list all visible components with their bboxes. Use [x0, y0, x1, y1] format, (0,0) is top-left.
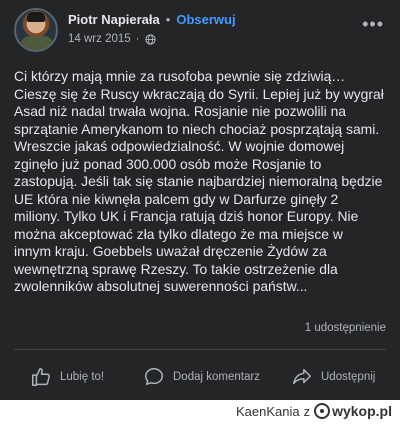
post-date[interactable]: 14 wrz 2015: [68, 33, 131, 45]
watermark-site: wykop.pl: [332, 403, 392, 419]
share-button[interactable]: Udostępnij: [291, 366, 375, 388]
post-body-line: Asad niż nadal trwała wojna. Rosjanie ni…: [14, 103, 347, 119]
post-card: Piotr Napierała • Obserwuj 14 wrz 2015 ·…: [0, 0, 400, 400]
follow-button[interactable]: Obserwuj: [176, 12, 235, 27]
like-button[interactable]: Lubię to!: [30, 366, 104, 388]
post-body-line: UE która nie kiwnęła palcem gdy w Darfur…: [14, 190, 339, 207]
author-name[interactable]: Piotr Napierała: [68, 12, 160, 27]
name-separator: •: [165, 12, 171, 27]
watermark-connector: z: [303, 403, 311, 419]
author-row: Piotr Napierała • Obserwuj: [68, 12, 236, 27]
avatar[interactable]: [14, 8, 58, 52]
post-body-line: Cieszę się że Ruscy wkraczają do Syrii. …: [14, 85, 384, 102]
post-body-line: zwolenników absolutnej suwerenności pańs…: [14, 278, 308, 294]
post-body-line: zastopują. Jeśli tak się stanie najbardz…: [14, 173, 383, 189]
more-options-icon[interactable]: •••: [362, 14, 384, 35]
comment-button[interactable]: Dodaj komentarz: [143, 366, 260, 388]
comment-label: Dodaj komentarz: [173, 371, 260, 383]
post-body-line: Wreszcie jakaś odpowiedzialność. W wojni…: [14, 138, 345, 154]
thumbs-up-icon: [32, 368, 50, 386]
divider: [14, 349, 386, 350]
avatar-coat: [20, 36, 54, 50]
post-body-line: Ci którzy mają mnie za rusofoba pewnie s…: [14, 68, 346, 84]
share-label: Udostępnij: [321, 371, 376, 383]
watermark-bar: KaenKania z wykop.pl: [0, 400, 400, 424]
post-body-line: miliony. Tylko UK i Francja ratują dziś …: [14, 208, 359, 224]
comment-icon: [145, 368, 163, 386]
post-header: Piotr Napierała • Obserwuj 14 wrz 2015 ·…: [14, 8, 386, 52]
post-body: Ci którzy mają mnie za rusofoba pewnie s…: [14, 68, 390, 296]
like-label: Lubię to!: [60, 371, 105, 383]
watermark-user: KaenKania: [235, 403, 300, 419]
wykop-logo-icon: [314, 403, 331, 419]
wykop-logo: wykop.pl: [314, 403, 392, 419]
post-body-line: innym kraju. Goebbels uważał dręczenie Ż…: [14, 243, 327, 259]
post-body-line: zginęło już ponad 300.000 osób może Rosj…: [14, 155, 322, 172]
avatar-cap: [27, 12, 45, 22]
watermark: KaenKania z wykop.pl: [236, 403, 392, 419]
action-bar: Lubię to! Dodaj komentarz Udostępnij: [0, 360, 400, 400]
post-body-line: wewnętrzną sprawę Rzeszy. To takie ostrz…: [14, 260, 338, 277]
post-meta: 14 wrz 2015 ·: [68, 33, 156, 45]
shares-count[interactable]: 1 udostępnienie: [305, 322, 386, 334]
share-arrow-icon: [293, 368, 311, 385]
globe-icon: [144, 33, 156, 45]
meta-separator: ·: [135, 33, 140, 45]
post-body-line: można akceptować zła tylko dlatego że ma…: [14, 225, 343, 242]
post-body-line: sprzątanie Amerykanom to niech chociaż p…: [14, 120, 380, 137]
